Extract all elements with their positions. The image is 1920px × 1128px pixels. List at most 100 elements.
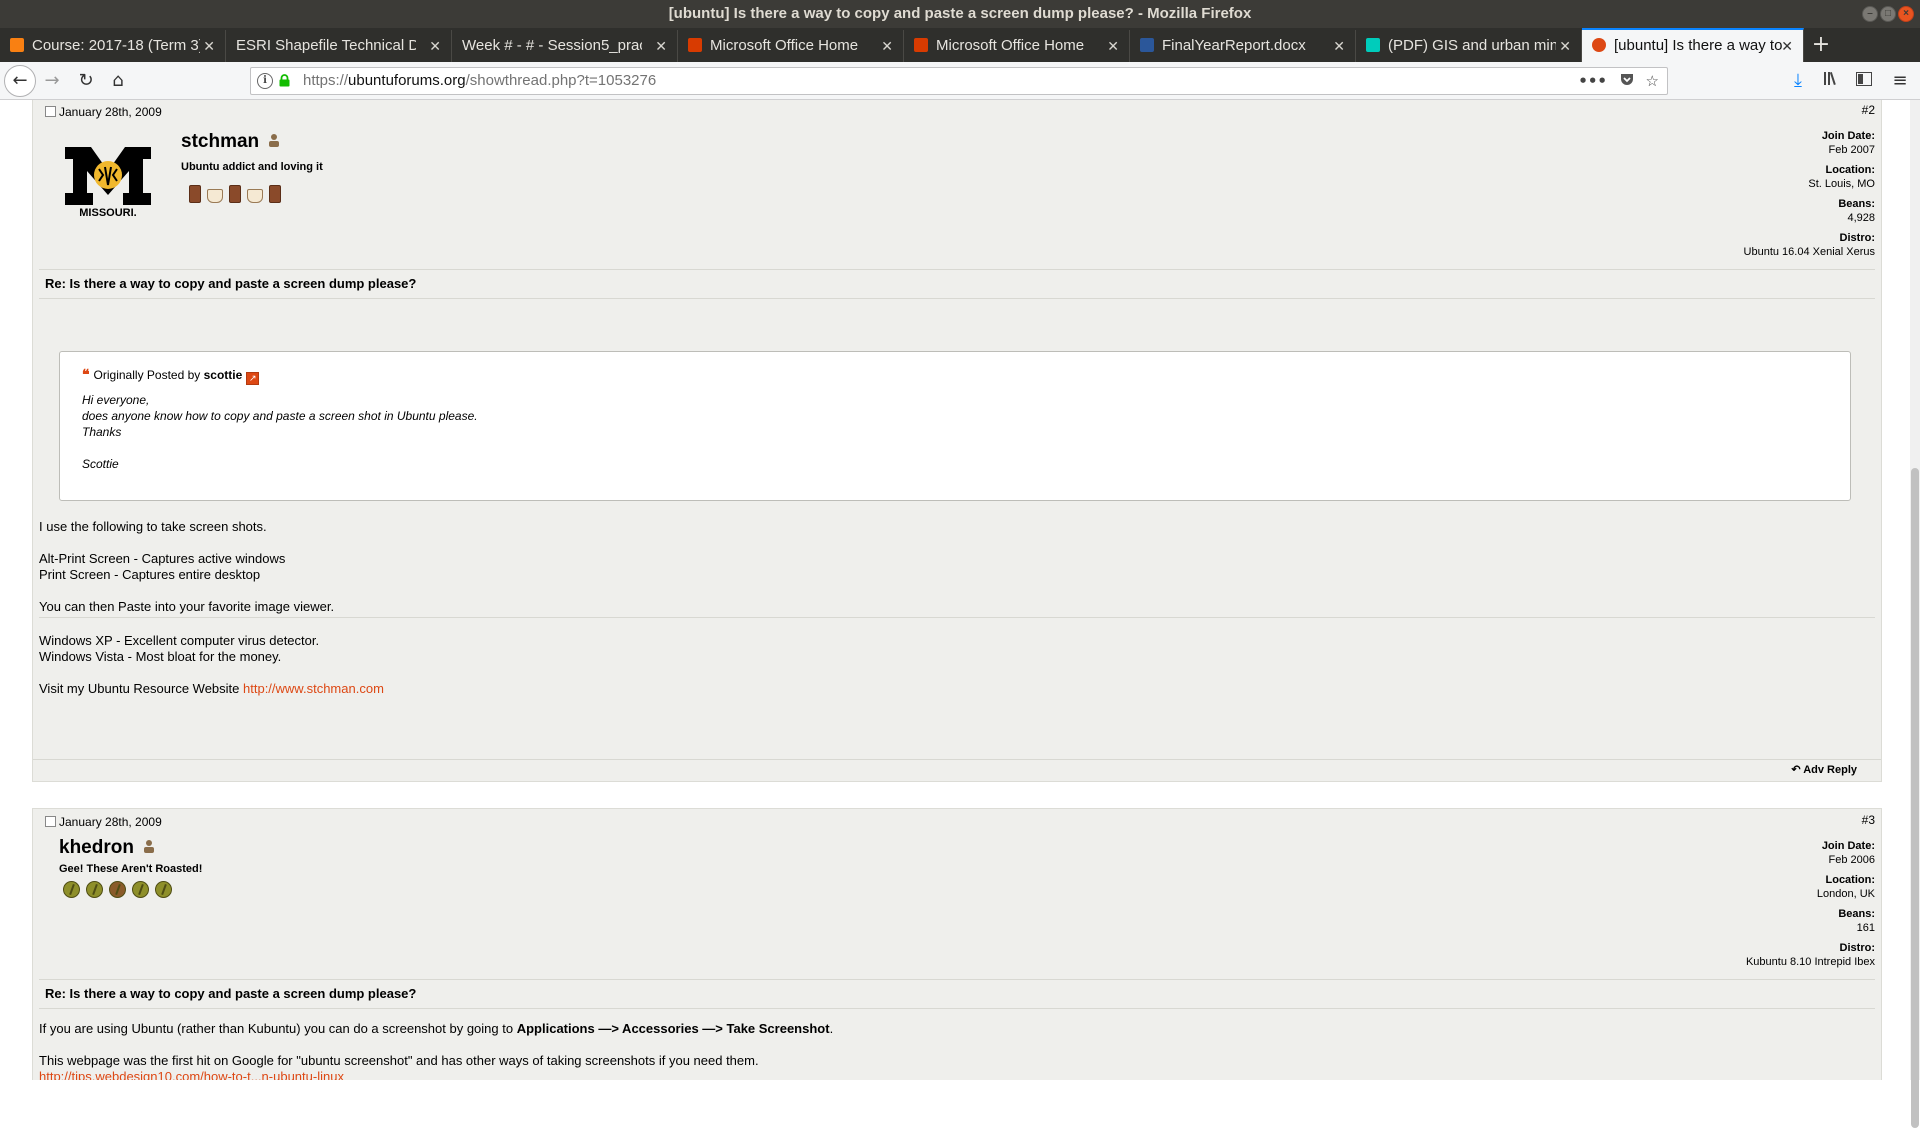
back-button[interactable]: ← [4, 65, 36, 97]
reload-button[interactable]: ↻ [72, 68, 100, 94]
moodle-icon [10, 38, 24, 52]
tab-esri[interactable]: ESRI Shapefile Technical Des ✕ [226, 30, 452, 62]
tab-final-report[interactable]: FinalYearReport.docx ✕ [1130, 30, 1356, 62]
tab-office-1[interactable]: Microsoft Office Home ✕ [678, 30, 904, 62]
window-title: [ubuntu] Is there a way to copy and past… [668, 5, 1252, 22]
avatar-text: MISSOURI. [79, 207, 136, 219]
signature: Windows XP - Excellent computer virus de… [39, 633, 384, 696]
coffee-cup-icon [247, 189, 263, 203]
tab-week[interactable]: Week # - # - Session5_pract ✕ [452, 30, 678, 62]
close-tab-icon[interactable]: ✕ [1107, 30, 1119, 62]
close-tab-icon[interactable]: ✕ [1333, 30, 1345, 62]
join-date: Feb 2007 [1828, 144, 1875, 156]
coffee-bean-icon [86, 881, 103, 898]
coffee-mug-icon [269, 185, 281, 203]
close-tab-icon[interactable]: ✕ [881, 30, 893, 62]
avatar[interactable]: MISSOURI. [63, 145, 153, 219]
page-scrollbar[interactable] [1910, 100, 1920, 1128]
coffee-mug-icon [229, 185, 241, 203]
quote-author: scottie [203, 368, 243, 382]
pocket-icon[interactable] [1619, 71, 1635, 92]
quote-block: ❝ Originally Posted by scottie ↗ Hi everyo… [59, 351, 1851, 501]
website-link[interactable]: http://www.stchman.com [243, 681, 384, 696]
post-date: January 28th, 2009 [45, 105, 162, 119]
quote-icon: ❝ [82, 366, 90, 382]
ubuntu-icon [1592, 38, 1606, 52]
scrollbar-thumb[interactable] [1911, 468, 1919, 1128]
quote-text: Hi everyone, does anyone know how to cop… [82, 393, 478, 471]
coffee-cup-icon [207, 189, 223, 203]
lock-icon[interactable] [279, 74, 290, 87]
beans-count: 4,928 [1847, 212, 1875, 224]
post-number[interactable]: #2 [1862, 103, 1875, 117]
minimize-button[interactable]: – [1862, 6, 1878, 22]
select-post-checkbox[interactable] [45, 816, 56, 827]
view-post-icon[interactable]: ↗ [246, 372, 260, 385]
tips-link[interactable]: http://tips.webdesign10.com/how-to-t...n… [39, 1069, 344, 1080]
post-date: January 28th, 2009 [45, 815, 162, 829]
coffee-bean-icon [155, 881, 172, 898]
window-titlebar: [ubuntu] Is there a way to copy and past… [0, 0, 1920, 28]
post-body: I use the following to take screen shots… [39, 519, 335, 614]
post-title: Re: Is there a way to copy and paste a s… [39, 269, 1875, 299]
username-link[interactable]: stchman [181, 131, 281, 153]
home-button[interactable]: ⌂ [104, 68, 132, 94]
forum-post: January 28th, 2009 #2 MISSOURI. stchman … [32, 100, 1882, 782]
distro: Ubuntu 16.04 Xenial Xerus [1743, 246, 1875, 258]
reputation-beans [63, 881, 172, 898]
tab-ubuntu-forum[interactable]: [ubuntu] Is there a way to ✕ [1582, 28, 1804, 62]
adv-reply-button[interactable]: ↶ Adv Reply [1791, 763, 1857, 776]
join-date: Feb 2006 [1828, 854, 1875, 866]
forward-button[interactable]: → [38, 68, 66, 94]
tab-pdf-gis[interactable]: (PDF) GIS and urban mini ✕ [1356, 30, 1582, 62]
library-icon[interactable] [1818, 68, 1846, 94]
quote-header: ❝ Originally Posted by scottie ↗ [82, 366, 260, 385]
forum-post: January 28th, 2009 #3 khedron Gee! These… [32, 808, 1882, 1080]
distro: Kubuntu 8.10 Intrepid Ibex [1745, 956, 1875, 968]
user-title: Gee! These Aren't Roasted! [59, 863, 203, 875]
user-title: Ubuntu addict and loving it [181, 161, 323, 173]
coffee-bean-icon [63, 881, 80, 898]
reply-arrow-icon: ↶ [1791, 764, 1801, 776]
maximize-button[interactable]: □ [1880, 6, 1896, 22]
menu-icon[interactable]: ≡ [1886, 68, 1914, 94]
post-footer: ↶ Adv Reply [33, 759, 1881, 781]
url-text[interactable]: https://ubuntuforums.org/showthread.php?… [303, 68, 656, 94]
word-icon [1140, 38, 1154, 52]
bookmark-star-icon[interactable]: ☆ [1646, 71, 1659, 91]
tab-office-2[interactable]: Microsoft Office Home ✕ [904, 30, 1130, 62]
office-icon [688, 38, 702, 52]
user-meta: Join Date: Feb 2007 Location: St. Louis, M… [1743, 130, 1875, 258]
user-offline-icon [143, 840, 154, 853]
close-window-button[interactable]: × [1898, 6, 1914, 22]
tab-course[interactable]: Course: 2017-18 (Term 3) ✕ [0, 30, 226, 62]
post-number[interactable]: #3 [1862, 813, 1875, 827]
reputation-beans [189, 185, 281, 203]
location: London, UK [1816, 888, 1875, 900]
downloads-icon[interactable]: ⤓ [1784, 68, 1812, 94]
close-tab-icon[interactable]: ✕ [203, 30, 215, 62]
researchgate-icon [1366, 38, 1380, 52]
sidebar-icon[interactable] [1850, 68, 1878, 94]
tab-strip: Course: 2017-18 (Term 3) ✕ ESRI Shapefil… [0, 28, 1920, 62]
coffee-mug-icon [189, 185, 201, 203]
office-icon [914, 38, 928, 52]
navigation-toolbar: ← → ↻ ⌂ i https://ubuntuforums.org/showt… [0, 62, 1920, 100]
post-title: Re: Is there a way to copy and paste a s… [39, 979, 1875, 1009]
username-link[interactable]: khedron [59, 837, 156, 859]
close-tab-icon[interactable]: ✕ [1781, 30, 1793, 62]
site-info-icon[interactable]: i [257, 73, 273, 89]
page-actions-icon[interactable]: ••• [1578, 71, 1607, 91]
beans-count: 161 [1856, 922, 1875, 934]
new-tab-button[interactable]: + [1806, 28, 1836, 62]
close-tab-icon[interactable]: ✕ [1559, 30, 1571, 62]
coffee-bean-icon [109, 881, 126, 898]
post-body: If you are using Ubuntu (rather than Kub… [39, 1021, 1875, 1080]
user-offline-icon [269, 134, 280, 147]
menu-path: Applications —> Accessories —> Take Scre… [516, 1021, 830, 1036]
location: St. Louis, MO [1808, 178, 1875, 190]
select-post-checkbox[interactable] [45, 106, 56, 117]
close-tab-icon[interactable]: ✕ [429, 30, 441, 62]
url-bar[interactable]: i https://ubuntuforums.org/showthread.ph… [250, 67, 1668, 95]
close-tab-icon[interactable]: ✕ [655, 30, 667, 62]
